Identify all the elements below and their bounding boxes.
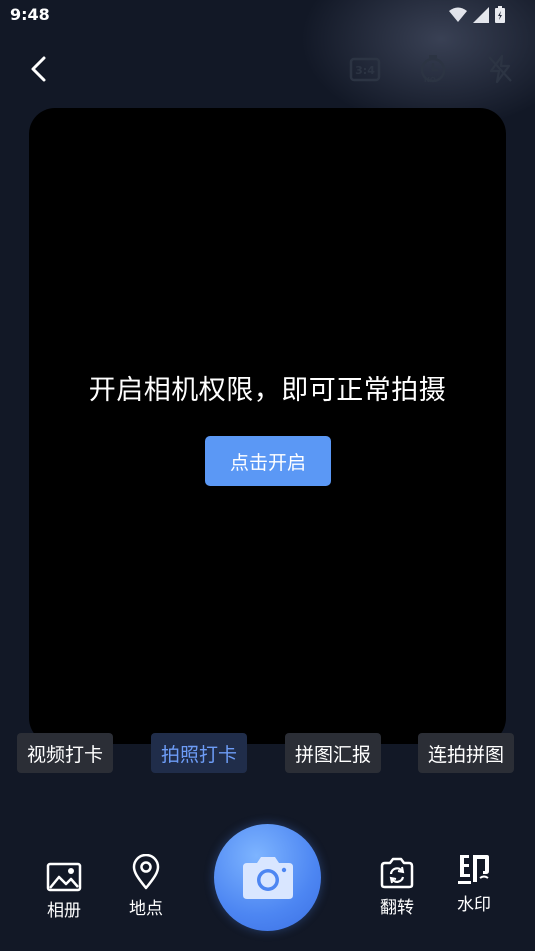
- aspect-ratio-icon: 3:4: [349, 57, 381, 82]
- capture-mode-selector: 视频打卡 拍照打卡 拼图汇报 连拍拼图: [0, 733, 535, 773]
- flip-camera-button[interactable]: 翻转: [362, 851, 432, 918]
- album-button[interactable]: 相册: [29, 854, 99, 921]
- mode-burst-collage[interactable]: 连拍拼图: [418, 733, 515, 773]
- flash-button[interactable]: [483, 52, 517, 86]
- timer-button[interactable]: NO: [415, 52, 449, 86]
- flash-off-icon: [488, 54, 512, 84]
- aspect-ratio-label: 3:4: [355, 64, 375, 77]
- mode-collage-report[interactable]: 拼图汇报: [285, 733, 382, 773]
- camera-icon: [242, 856, 293, 899]
- album-label: 相册: [47, 901, 81, 921]
- location-button[interactable]: 地点: [111, 850, 181, 919]
- location-pin-icon: [132, 854, 160, 890]
- image-icon: [46, 862, 82, 892]
- watermark-button[interactable]: 水印: [439, 850, 509, 915]
- chevron-left-icon: [31, 56, 46, 82]
- flip-label: 翻转: [380, 898, 414, 918]
- mode-video-checkin[interactable]: 视频打卡: [17, 733, 114, 773]
- camera-flip-icon: [380, 857, 414, 889]
- enable-camera-button[interactable]: 点击开启: [205, 436, 331, 486]
- timer-off-icon: NO: [420, 55, 446, 84]
- camera-viewfinder: 开启相机权限，即可正常拍摄 点击开启: [29, 108, 506, 744]
- aspect-ratio-button[interactable]: 3:4: [348, 52, 382, 86]
- status-time: 9:48: [10, 5, 50, 24]
- permission-message: 开启相机权限，即可正常拍摄: [88, 375, 447, 406]
- mode-photo-checkin[interactable]: 拍照打卡: [151, 733, 248, 773]
- camera-top-bar: 3:4 NO: [0, 40, 535, 96]
- watermark-label: 水印: [457, 895, 491, 915]
- watermark-icon: [458, 855, 489, 884]
- timer-off-label: NO: [424, 76, 436, 84]
- shutter-button[interactable]: [214, 824, 321, 931]
- back-button[interactable]: [22, 52, 56, 86]
- location-label: 地点: [129, 899, 163, 919]
